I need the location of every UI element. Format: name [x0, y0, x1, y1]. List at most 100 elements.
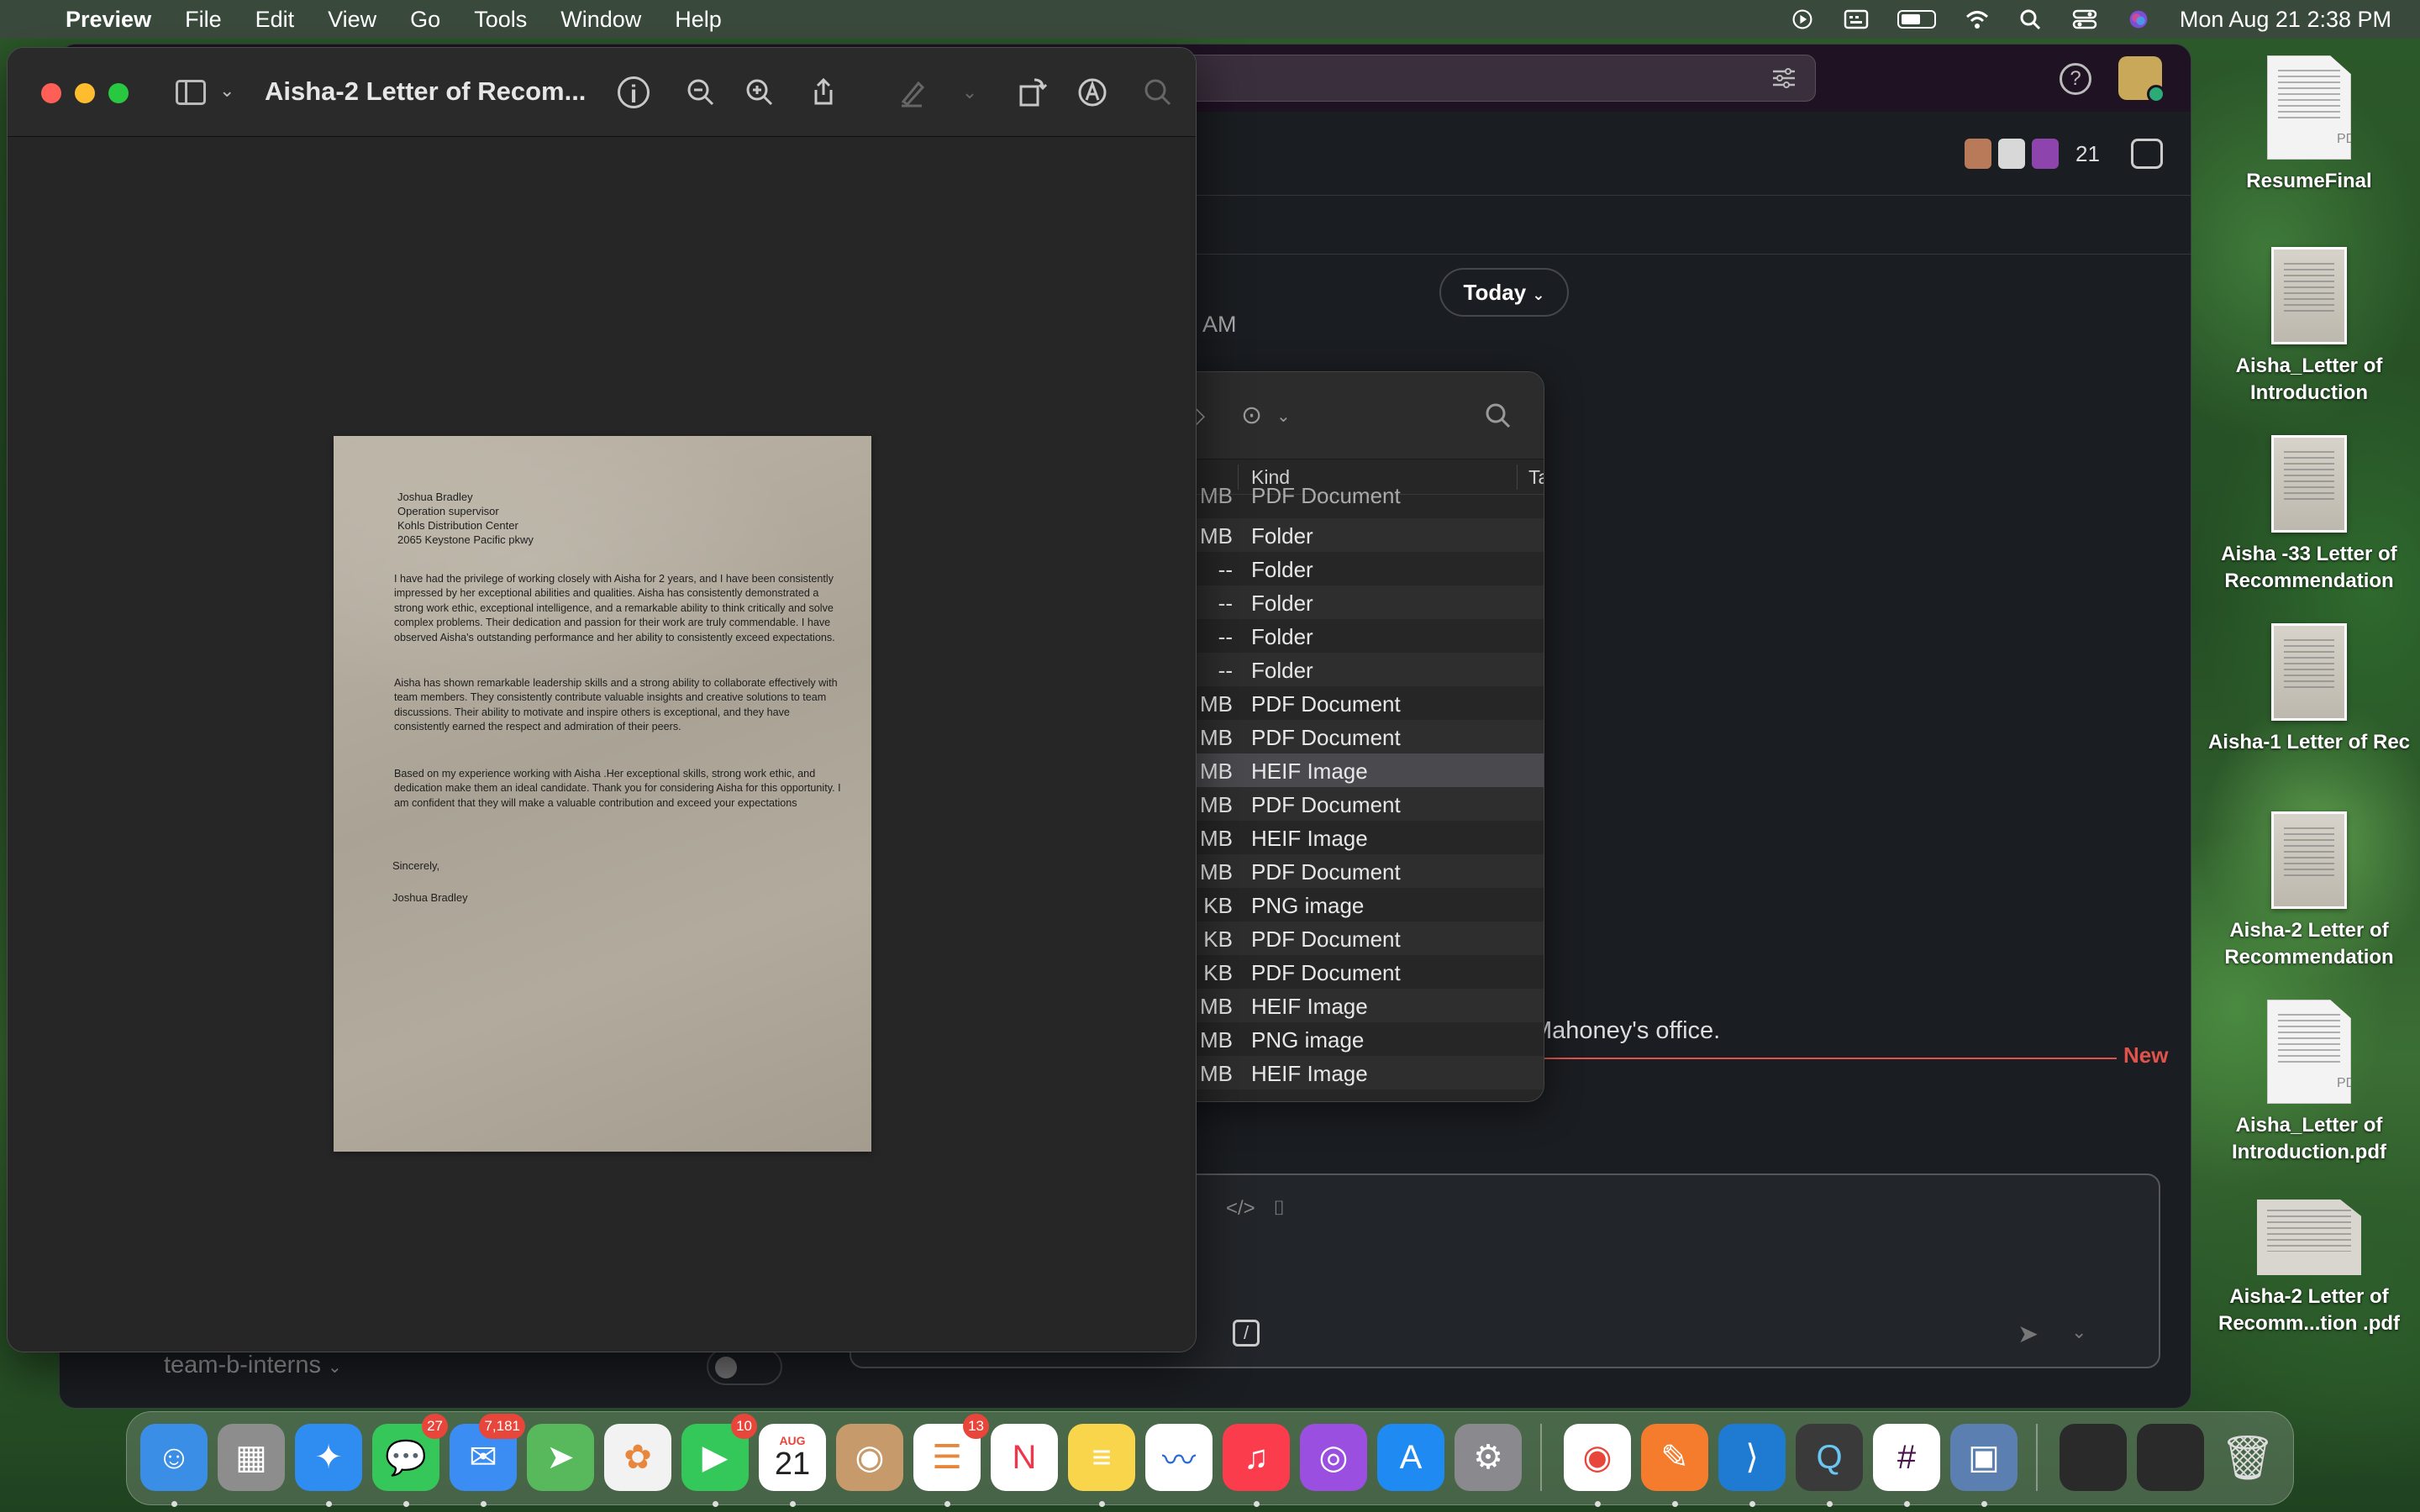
menu-go[interactable]: Go [410, 7, 440, 33]
column-header-tags[interactable]: Ta [1528, 466, 1544, 489]
desktop-file-aisha-letter-of-introduction-pdf[interactable]: PDF Aisha_Letter of Introduction.pdf [2204, 1000, 2414, 1166]
today-date-button[interactable]: Today ⌄ [1439, 268, 1569, 317]
huddle-toggle[interactable] [707, 1348, 782, 1385]
desktop-file-resumefinal[interactable]: PDF ResumeFinal [2204, 55, 2414, 195]
dock-pages[interactable]: ✎ [1641, 1424, 1708, 1507]
desktop-file-aisha-letter-of-introduction[interactable]: Aisha_Letter of Introduction [2204, 247, 2414, 407]
desktop-file-aisha-33-letter[interactable]: Aisha -33 Letter of Recommendation [2204, 435, 2414, 595]
dock-freeform[interactable]: 〰 [1145, 1424, 1213, 1491]
search-icon[interactable] [1483, 401, 1513, 431]
slack-search-input[interactable]: ck [1127, 55, 1816, 102]
canvas-icon[interactable] [2131, 139, 2163, 169]
desktop-file-aisha-1-letter[interactable]: Aisha-1 Letter of Rec [2204, 623, 2414, 756]
chevron-down-icon[interactable]: ⌄ [219, 80, 234, 102]
dock-contacts[interactable]: ◉ [836, 1424, 903, 1491]
dock-mail[interactable]: ✉ 7,181 [450, 1414, 525, 1507]
safari-compass-icon: ✦ [314, 1439, 343, 1476]
desktop-file-aisha-2-letter[interactable]: Aisha-2 Letter of Recommendation [2204, 811, 2414, 971]
menu-window[interactable]: Window [560, 7, 641, 33]
code-icon[interactable]: </> [1226, 1197, 1255, 1220]
menu-view[interactable]: View [328, 7, 376, 33]
pdf-file-icon: PDF [2267, 55, 2351, 160]
zoom-in-icon[interactable] [744, 76, 776, 108]
dock-podcasts[interactable]: ◎ [1300, 1424, 1367, 1491]
close-window-button[interactable] [41, 83, 61, 103]
dock-maps[interactable]: ➤ [527, 1424, 594, 1491]
notification-badge: 13 [963, 1414, 989, 1439]
document-page: Joshua Bradley Operation supervisor Kohl… [334, 436, 871, 1152]
column-divider[interactable] [1238, 465, 1239, 490]
document-viewer[interactable]: Joshua Bradley Operation supervisor Kohl… [8, 137, 1196, 1352]
info-icon[interactable]: i [618, 76, 650, 108]
dock-chrome[interactable]: ◉ [1564, 1424, 1631, 1507]
sidebar-toggle-icon[interactable] [176, 80, 206, 105]
dock-slack[interactable]: # [1873, 1424, 1940, 1507]
chevron-down-icon[interactable]: ⌄ [1276, 406, 1307, 436]
menubar-clock[interactable]: Mon Aug 21 2:38 PM [2180, 7, 2391, 33]
column-divider[interactable] [1517, 465, 1518, 490]
dock-reminders[interactable]: ☰ 13 [913, 1414, 989, 1507]
desktop-file-label: Aisha_Letter of Introduction [2235, 354, 2383, 404]
dock-finder[interactable]: ☺ [140, 1424, 208, 1507]
control-center-icon[interactable] [2072, 8, 2097, 30]
keyboard-icon[interactable] [1844, 8, 1869, 30]
dock-minimized-window[interactable] [2060, 1424, 2127, 1491]
channel-members-button[interactable]: 21 [1963, 137, 2100, 171]
dock-calendar[interactable]: AUG 21 [759, 1424, 826, 1507]
dock-preview[interactable]: ▣ [1950, 1424, 2018, 1507]
letter-paragraph: I have had the privilege of working clos… [394, 573, 835, 643]
dock-launchpad[interactable]: ▦ [218, 1424, 285, 1491]
dock-messages[interactable]: 💬 27 [372, 1414, 448, 1507]
share-icon[interactable] [808, 76, 839, 108]
chevron-down-icon[interactable]: ⌄ [2071, 1321, 2086, 1343]
menu-help[interactable]: Help [675, 7, 722, 33]
minimize-window-button[interactable] [75, 83, 95, 103]
dock-news[interactable]: N [991, 1424, 1058, 1491]
shortcuts-icon[interactable]: / [1233, 1320, 1260, 1347]
wifi-icon[interactable] [1965, 8, 1990, 30]
more-actions-icon[interactable]: ⊙ [1241, 401, 1271, 431]
dock-trash[interactable]: 🗑 [2214, 1424, 2281, 1491]
menu-app-name[interactable]: Preview [66, 7, 151, 33]
dock-minimized-window[interactable] [2137, 1424, 2204, 1491]
dock-app-store[interactable]: A [1377, 1424, 1444, 1491]
menu-edit[interactable]: Edit [255, 7, 295, 33]
desktop-file-aisha-2-letter-pdf[interactable]: Aisha-2 Letter of Recomm...tion .pdf [2204, 1200, 2414, 1337]
dock-vscode[interactable]: ⟩ [1718, 1424, 1786, 1507]
battery-icon[interactable] [1897, 10, 1936, 29]
help-icon[interactable]: ? [2060, 63, 2091, 95]
dock-music[interactable]: ♫ [1223, 1424, 1290, 1507]
filter-icon[interactable] [1771, 67, 1797, 89]
zoom-window-button[interactable] [108, 83, 129, 103]
highlight-pen-icon[interactable] [897, 76, 929, 108]
code-block-icon[interactable]: ⌷ [1273, 1197, 1298, 1220]
play-circle-icon[interactable] [1790, 8, 1815, 30]
spotlight-search-icon[interactable] [2018, 8, 2044, 30]
letter-paragraph: Based on my experience working with Aish… [394, 768, 841, 809]
rotate-icon[interactable] [1016, 76, 1048, 108]
chevron-down-icon[interactable]: ⌄ [954, 76, 986, 108]
desktop-file-label: ResumeFinal [2246, 170, 2372, 192]
menu-file[interactable]: File [185, 7, 222, 33]
dock-notes[interactable]: ≡ [1068, 1424, 1135, 1507]
send-icon[interactable]: ➤ [2018, 1320, 2039, 1349]
sidebar-channel-team-b-interns[interactable]: team-b-interns ⌄ [164, 1352, 342, 1379]
document-thumbnail-icon [2271, 247, 2347, 344]
letter-paragraph: Aisha has shown remarkable leadership sk… [394, 677, 838, 733]
thumbnail-text-lines [2278, 70, 2340, 120]
zoom-out-icon[interactable] [685, 76, 717, 108]
dock-safari[interactable]: ✦ [295, 1424, 362, 1507]
markup-icon[interactable] [1076, 76, 1108, 108]
user-avatar[interactable] [2118, 56, 2165, 103]
document-title[interactable]: Aisha-2 Letter of Recom... [265, 76, 586, 107]
menu-tools[interactable]: Tools [474, 7, 527, 33]
file-size: -- [1218, 591, 1233, 616]
dock-quicktime[interactable]: Q [1796, 1424, 1863, 1507]
dock-photos[interactable]: ✿ [604, 1424, 671, 1491]
dock: ☺ ▦ ✦ 💬 27 ✉ 7,181 ➤ ✿ ▶ 10 AUG 21 ◉ ☰ 13 N ≡… [126, 1411, 2294, 1507]
dock-facetime[interactable]: ▶ 10 [681, 1414, 757, 1507]
siri-icon[interactable] [2126, 8, 2151, 30]
search-icon[interactable] [1142, 76, 1174, 108]
dock-system-settings[interactable]: ⚙ [1455, 1424, 1522, 1491]
vscode-icon: ⟩ [1745, 1439, 1759, 1476]
